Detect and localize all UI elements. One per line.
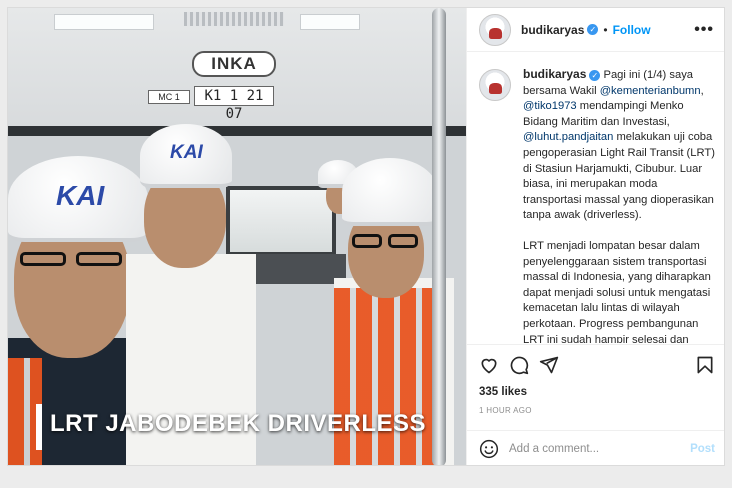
caption-text: melakukan uji coba pengoperasian Light R… xyxy=(523,131,715,222)
glasses xyxy=(388,234,418,248)
ceiling-light xyxy=(300,14,360,30)
grab-pole xyxy=(432,8,446,465)
post-header: budikaryas ✓ • Follow ••• xyxy=(467,8,724,52)
helmet xyxy=(342,158,438,226)
mention-link[interactable]: @kementerianbumn xyxy=(600,85,701,97)
ceiling-light xyxy=(54,14,154,30)
mention-link[interactable]: @luhut.pandjaitan xyxy=(523,131,613,143)
kai-logo: KAI xyxy=(56,180,105,211)
bookmark-icon[interactable] xyxy=(695,355,715,375)
glasses xyxy=(76,252,122,266)
verified-badge-icon: ✓ xyxy=(587,24,599,35)
avatar[interactable] xyxy=(479,69,511,101)
inka-sign: INKA xyxy=(192,51,276,77)
verified-badge-icon: ✓ xyxy=(589,70,601,81)
caption-text: , xyxy=(700,84,704,97)
ceiling-vent xyxy=(184,12,284,26)
comment-icon[interactable] xyxy=(509,355,529,375)
glasses xyxy=(20,252,66,266)
post-timestamp[interactable]: 1 HOUR AGO xyxy=(479,406,532,415)
photo-caption: LRT JABODEBEK DRIVERLESS xyxy=(50,410,427,437)
caption-bar xyxy=(36,404,42,450)
kai-logo: KAI xyxy=(170,142,203,163)
post-comment-button[interactable]: Post xyxy=(690,443,715,455)
username[interactable]: budikaryas xyxy=(521,23,584,37)
emoji-icon[interactable] xyxy=(479,439,499,459)
post-caption: budikaryas ✓ Pagi ini (1/4) saya bersama … xyxy=(523,67,715,343)
action-bar xyxy=(467,344,724,384)
car-number-plate: K1 1 21 07 xyxy=(194,86,274,122)
glasses xyxy=(352,234,382,248)
heart-icon[interactable] xyxy=(479,355,499,375)
car-code-plate: MC 1 xyxy=(148,90,190,104)
front-window xyxy=(226,186,336,256)
follow-button[interactable]: Follow xyxy=(613,23,651,37)
safety-vest xyxy=(334,288,444,465)
more-options-icon[interactable]: ••• xyxy=(694,21,714,39)
caption-paragraph: budikaryas ✓ Pagi ini (1/4) saya bersama … xyxy=(523,67,715,224)
post-photo[interactable]: INKA MC 1 K1 1 21 07 KAI KAI LRT JABODEB… xyxy=(8,8,466,465)
separator: • xyxy=(603,22,608,37)
mention-link[interactable]: @tiko1973 xyxy=(523,100,577,112)
post-sidebar: budikaryas ✓ • Follow ••• budikaryas ✓ Pa… xyxy=(466,8,724,465)
avatar[interactable] xyxy=(479,13,511,46)
add-comment-bar: Post xyxy=(467,430,724,465)
likes-count[interactable]: 335 likes xyxy=(479,386,527,398)
comment-input[interactable] xyxy=(509,443,679,455)
instagram-post: INKA MC 1 K1 1 21 07 KAI KAI LRT JABODEB… xyxy=(7,7,725,466)
comments-section[interactable]: budikaryas ✓ Pagi ini (1/4) saya bersama … xyxy=(467,53,724,343)
ceiling-beam xyxy=(8,126,466,136)
caption-username[interactable]: budikaryas xyxy=(523,67,586,81)
share-icon[interactable] xyxy=(539,355,559,375)
caption-paragraph: LRT menjadi lompatan besar dalam penyele… xyxy=(523,239,711,343)
